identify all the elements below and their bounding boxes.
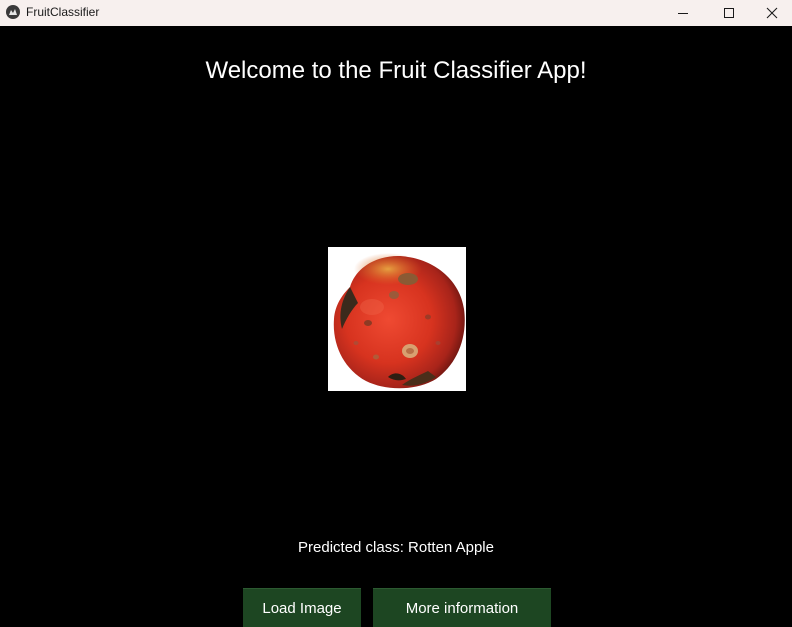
kivy-logo-icon bbox=[6, 5, 20, 19]
minimize-button[interactable] bbox=[660, 0, 706, 26]
fruit-image bbox=[328, 247, 466, 391]
rotten-apple-image bbox=[333, 253, 465, 389]
app-window: FruitClassifier Welcome to the Fruit Cla… bbox=[0, 0, 792, 627]
close-icon bbox=[766, 7, 778, 19]
welcome-heading: Welcome to the Fruit Classifier App! bbox=[205, 57, 587, 84]
maximize-icon bbox=[724, 8, 734, 18]
prediction-label: Predicted class: Rotten Apple bbox=[298, 539, 494, 556]
title-bar[interactable]: FruitClassifier bbox=[0, 0, 792, 26]
minimize-icon bbox=[678, 13, 688, 14]
window-title: FruitClassifier bbox=[26, 5, 100, 19]
maximize-button[interactable] bbox=[706, 0, 752, 26]
more-information-button[interactable]: More information bbox=[373, 588, 551, 627]
close-button[interactable] bbox=[752, 0, 792, 26]
load-image-button[interactable]: Load Image bbox=[243, 588, 361, 627]
